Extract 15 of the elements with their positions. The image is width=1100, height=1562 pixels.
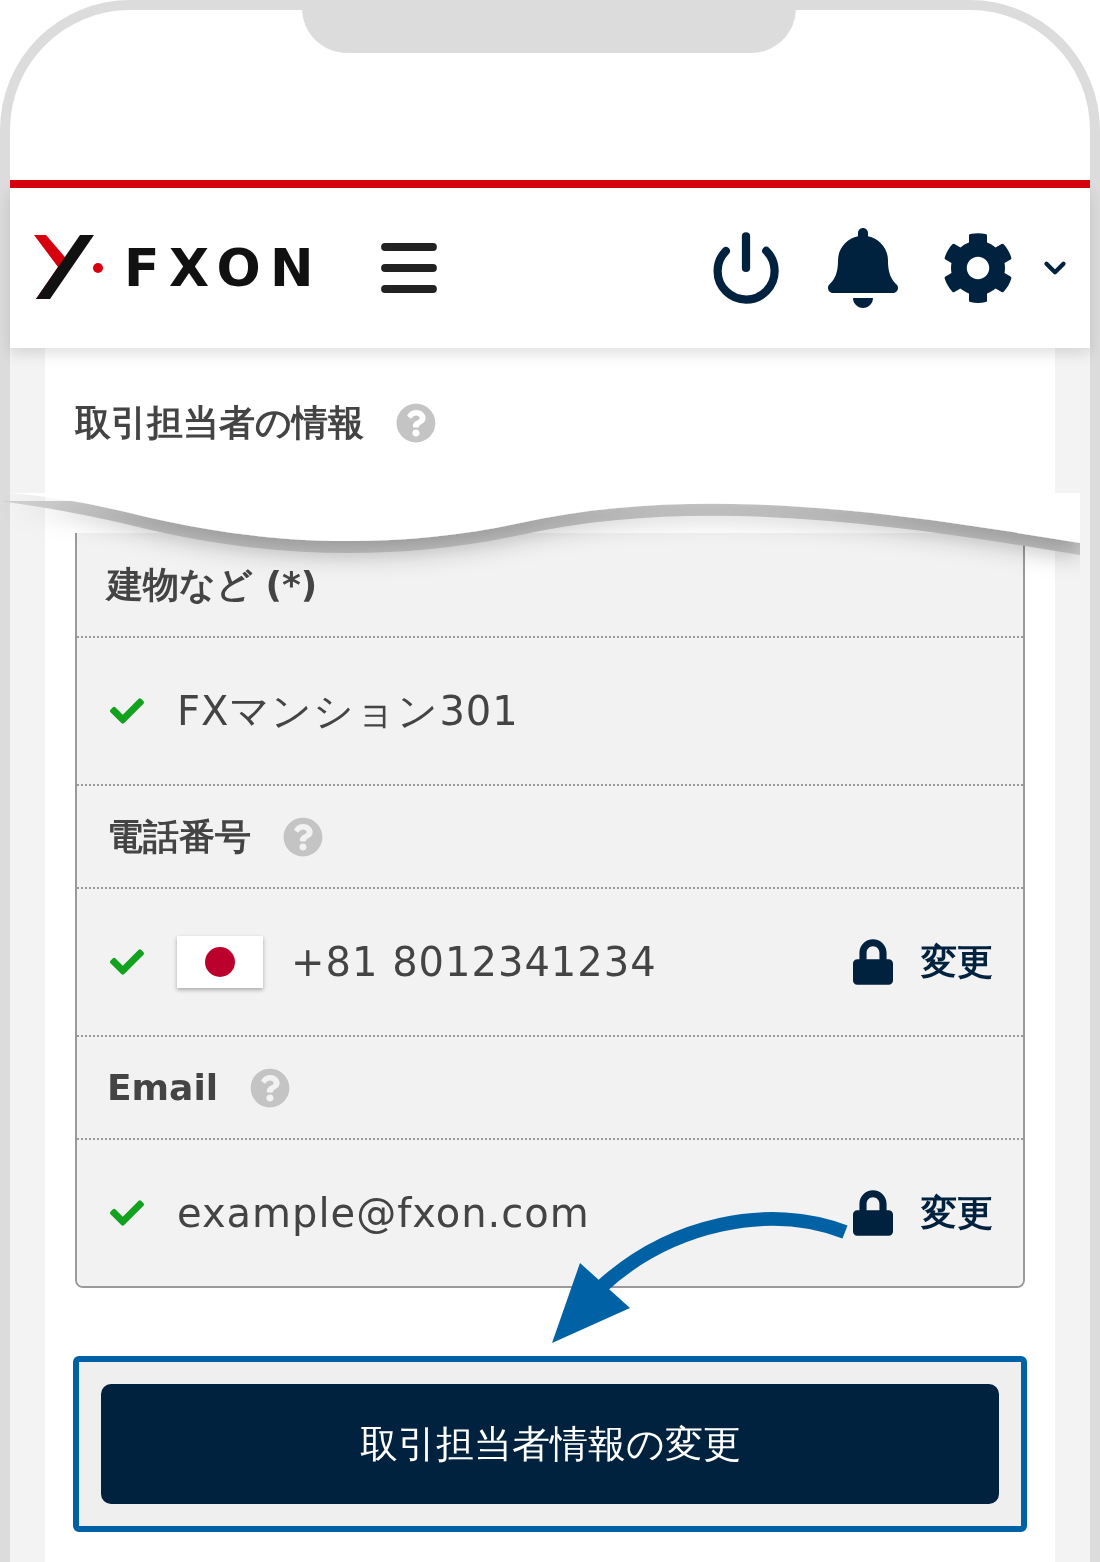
field-value: FXマンション301 <box>177 687 519 736</box>
lock-icon <box>853 936 893 988</box>
logo-text: FXON <box>124 237 323 300</box>
change-info-button[interactable]: 取引担当者情報の変更 <box>101 1384 999 1504</box>
field-value: +81 8012341234 <box>291 938 657 987</box>
change-link[interactable]: 変更 <box>921 1186 993 1240</box>
field-label: 建物など (*) <box>107 562 318 607</box>
settings-icon[interactable] <box>942 232 1014 304</box>
change-link[interactable]: 変更 <box>921 935 993 989</box>
notification-bell-icon[interactable] <box>826 228 900 308</box>
field-label: 電話番号 <box>107 814 251 859</box>
field-value: example@fxon.com <box>177 1189 590 1238</box>
lock-icon <box>853 1187 893 1239</box>
field-label: Email <box>107 1065 219 1110</box>
section-title: 取引担当者の情報 <box>75 401 364 445</box>
